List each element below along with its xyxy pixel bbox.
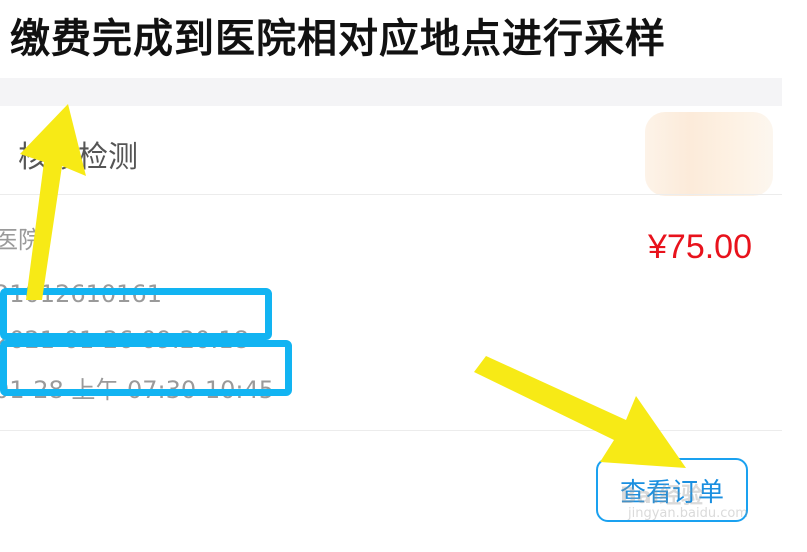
tutorial-caption: 缴费完成到医院相对应地点进行采样: [10, 15, 666, 62]
order-number-highlight: [0, 288, 272, 340]
section-separator: [0, 78, 782, 106]
watermark-url: jingyan.baidu.com: [628, 506, 748, 521]
divider: [0, 430, 782, 431]
appointment-highlight: [0, 340, 292, 396]
order-price: ¥75.00: [648, 228, 752, 266]
divider: [0, 194, 782, 195]
order-title: 核酸检测: [18, 140, 138, 175]
blurred-image: [645, 112, 773, 196]
hospital-name: 医院: [0, 226, 42, 254]
